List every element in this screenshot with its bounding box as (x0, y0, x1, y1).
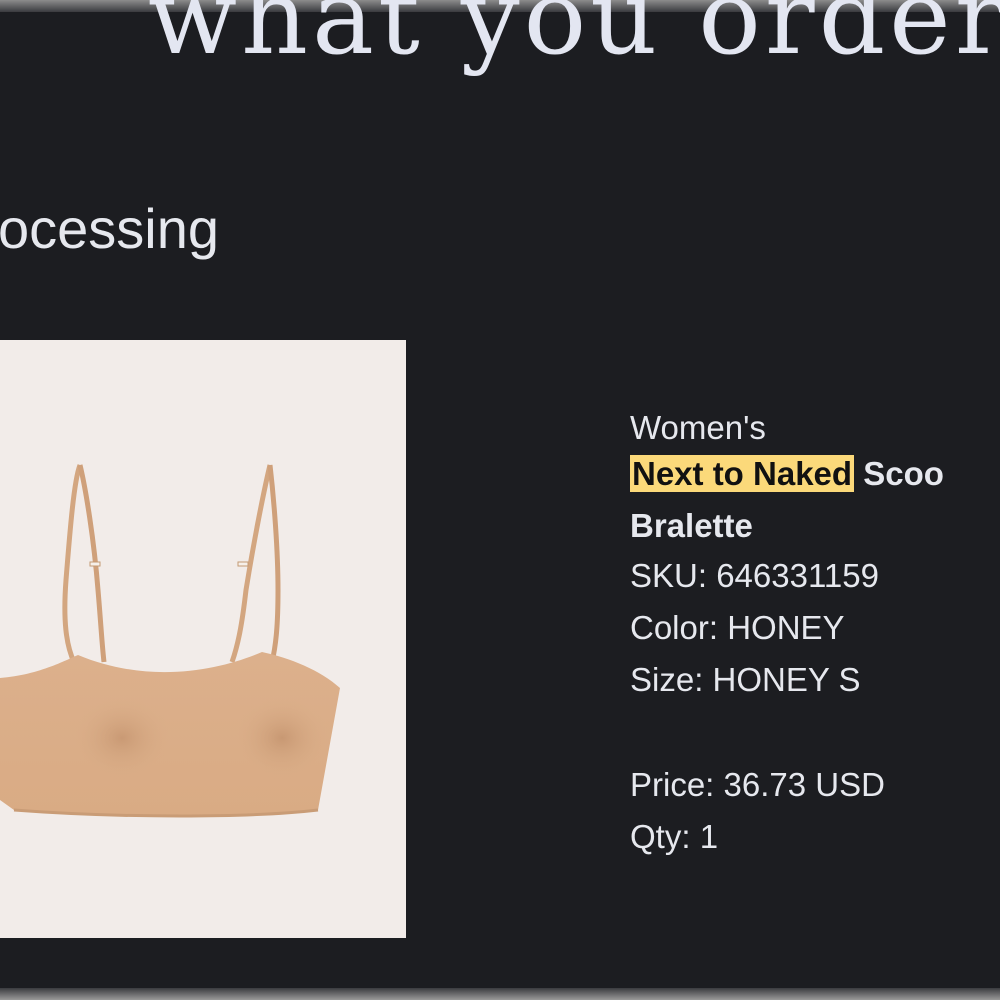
price-label: Price: (630, 766, 715, 803)
product-name-line2: Bralette (630, 507, 753, 544)
page-title: what you ordered: (148, 0, 1000, 78)
qty-label: Qty: (630, 818, 691, 855)
product-details: Women's Next to Naked Scoo Bralette SKU:… (630, 408, 1000, 869)
price-row: Price: 36.73 USD (630, 765, 1000, 817)
order-status: ocessing (0, 197, 220, 260)
product-image[interactable] (0, 340, 406, 938)
qty-row: Qty: 1 (630, 817, 1000, 869)
sku-value: 646331159 (716, 557, 879, 594)
bottom-edge (0, 988, 1000, 1000)
sku-row: SKU: 646331159 (630, 556, 1000, 608)
product-name[interactable]: Next to Naked Scoo (630, 452, 1000, 504)
color-value: HONEY (727, 609, 845, 646)
qty-value: 1 (699, 818, 719, 855)
sku-label: SKU: (630, 557, 708, 594)
size-value: HONEY S (712, 661, 861, 698)
price-value: 36.73 USD (723, 766, 885, 803)
product-category: Women's (630, 409, 766, 446)
highlighted-text: Next to Naked (630, 455, 855, 492)
size-row: Size: HONEY S (630, 660, 1000, 712)
size-label: Size: (630, 661, 704, 698)
bralette-illustration (0, 464, 340, 818)
color-row: Color: HONEY (630, 608, 1000, 660)
order-confirmation-screen: what you ordered: ocessing (0, 0, 1000, 1000)
product-name-rest: Scoo (854, 455, 944, 492)
color-label: Color: (630, 609, 719, 646)
